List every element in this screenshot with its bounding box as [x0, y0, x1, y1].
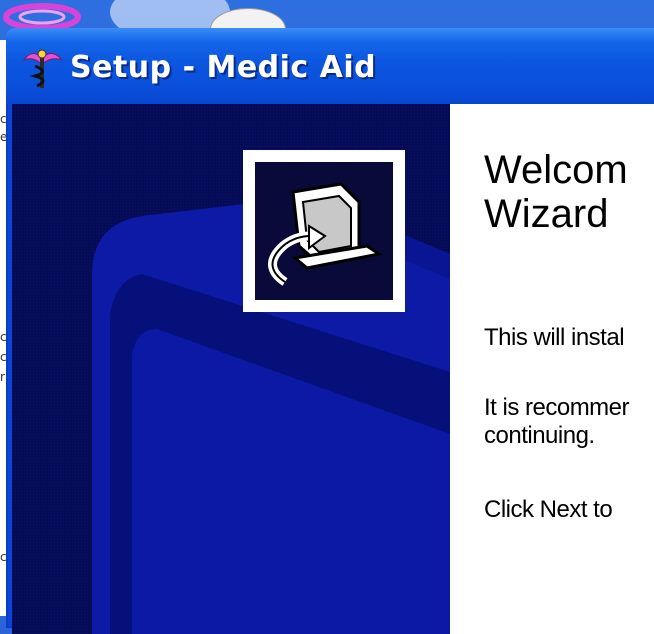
install-description: This will instal	[484, 324, 625, 351]
window-title: Setup - Medic Aid	[70, 50, 377, 85]
title-bar[interactable]: Setup - Medic Aid	[6, 28, 654, 104]
setup-wizard-window: Setup - Medic Aid Welcom Wizard This wil…	[6, 28, 654, 634]
wizard-logo-frame	[243, 150, 405, 312]
computer-install-icon	[268, 182, 383, 286]
wizard-content: Welcom Wizard This will instal It is rec…	[450, 104, 654, 634]
heading-line: Wizard	[484, 192, 609, 236]
next-instruction: Click Next to	[484, 496, 613, 523]
wizard-side-panel	[12, 104, 450, 634]
heading-line: Welcom	[484, 148, 628, 192]
wizard-heading: Welcom Wizard	[484, 148, 628, 236]
recommendation-text: It is recommer continuing.	[484, 394, 630, 450]
recommendation-line: continuing.	[484, 422, 595, 449]
caduceus-icon	[22, 49, 63, 88]
background-text: r	[0, 370, 5, 384]
wizard-client-area: Welcom Wizard This will instal It is rec…	[12, 104, 654, 634]
recommendation-line: It is recommer	[484, 394, 630, 421]
